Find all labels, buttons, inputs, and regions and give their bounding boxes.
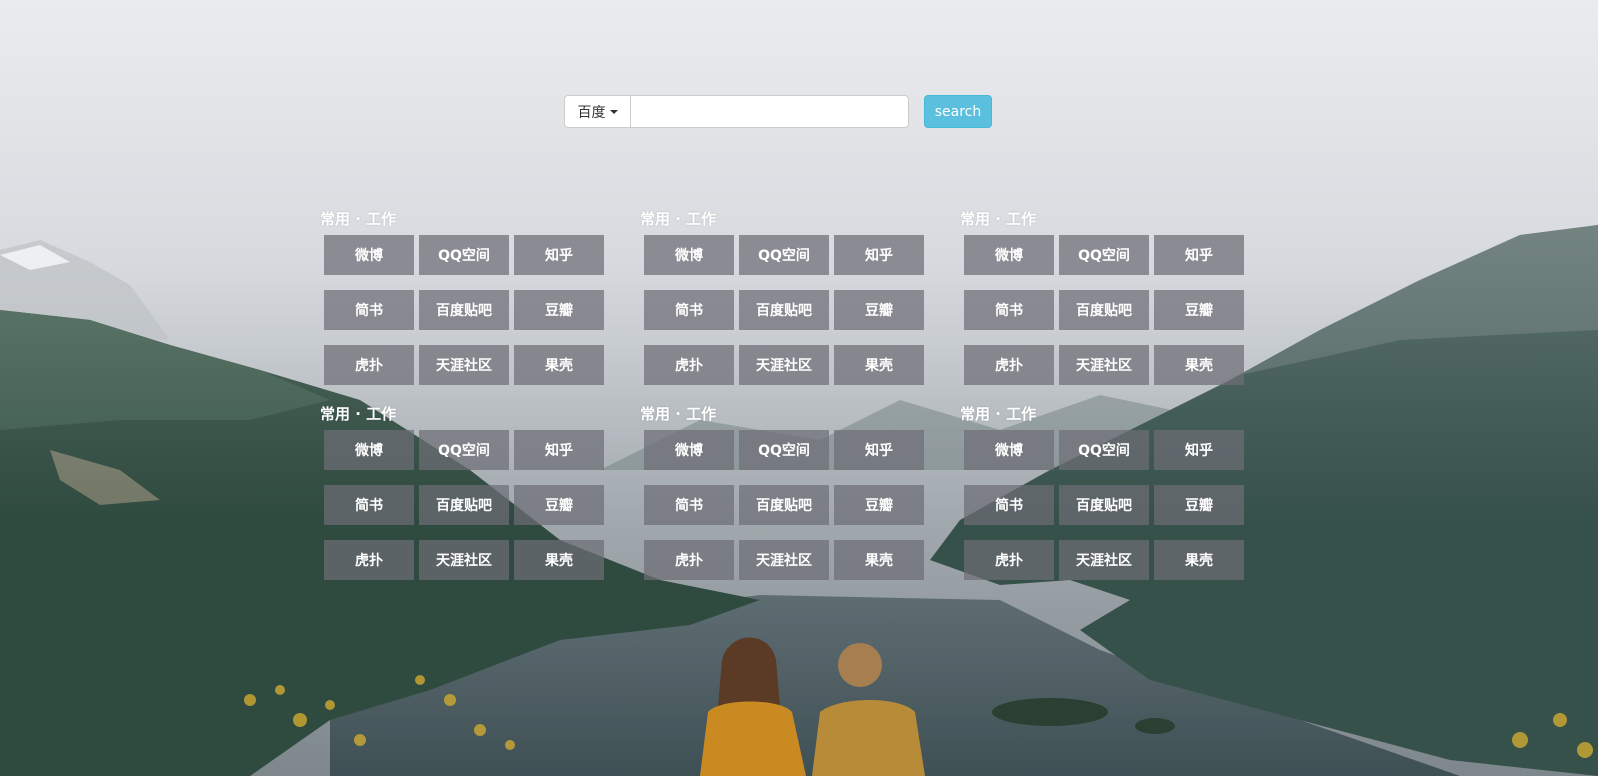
link-tile[interactable]: 微博 — [964, 235, 1054, 275]
link-tile[interactable]: 虎扑 — [964, 540, 1054, 580]
link-tile[interactable]: 知乎 — [514, 430, 604, 470]
link-tile[interactable]: 简书 — [324, 485, 414, 525]
link-tile[interactable]: 豆瓣 — [834, 290, 924, 330]
link-tile[interactable]: QQ空间 — [419, 235, 509, 275]
link-tile[interactable]: 百度贴吧 — [419, 290, 509, 330]
link-tile[interactable]: 百度贴吧 — [419, 485, 509, 525]
link-tile[interactable]: 果壳 — [1154, 540, 1244, 580]
link-tile[interactable]: 虎扑 — [644, 540, 734, 580]
link-tile[interactable]: 简书 — [644, 485, 734, 525]
search-button[interactable]: search — [924, 95, 992, 128]
link-tile[interactable]: 虎扑 — [324, 345, 414, 385]
link-tile[interactable]: 果壳 — [514, 345, 604, 385]
link-tile[interactable]: 果壳 — [834, 345, 924, 385]
link-tile[interactable]: 微博 — [324, 235, 414, 275]
link-tile[interactable]: 天涯社区 — [739, 540, 829, 580]
search-input[interactable] — [631, 96, 908, 127]
link-tile[interactable]: 豆瓣 — [1154, 485, 1244, 525]
link-tile[interactable]: 知乎 — [834, 235, 924, 275]
link-tile[interactable]: 豆瓣 — [514, 290, 604, 330]
link-tile[interactable]: 简书 — [964, 485, 1054, 525]
link-tile[interactable]: 百度贴吧 — [1059, 290, 1149, 330]
link-tile[interactable]: 微博 — [324, 430, 414, 470]
link-tile[interactable]: QQ空间 — [419, 430, 509, 470]
link-tile[interactable]: 豆瓣 — [834, 485, 924, 525]
panel-title: 常用 · 工作 — [320, 405, 397, 423]
link-tile[interactable]: QQ空间 — [1059, 430, 1149, 470]
link-tile[interactable]: 天涯社区 — [419, 540, 509, 580]
link-tile[interactable]: 虎扑 — [964, 345, 1054, 385]
link-tile[interactable]: 天涯社区 — [739, 345, 829, 385]
link-tile[interactable]: 简书 — [644, 290, 734, 330]
panel-title: 常用 · 工作 — [960, 210, 1037, 228]
link-tile[interactable]: 知乎 — [1154, 430, 1244, 470]
link-tile[interactable]: 百度贴吧 — [739, 290, 829, 330]
link-tile[interactable]: 虎扑 — [644, 345, 734, 385]
panel-title: 常用 · 工作 — [640, 405, 717, 423]
link-tile[interactable]: 简书 — [964, 290, 1054, 330]
link-tile[interactable]: 虎扑 — [324, 540, 414, 580]
link-tile[interactable]: 知乎 — [514, 235, 604, 275]
caret-down-icon — [609, 109, 618, 114]
search-group: 百度 — [564, 95, 909, 128]
link-tile[interactable]: QQ空间 — [1059, 235, 1149, 275]
link-tile[interactable]: 知乎 — [1154, 235, 1244, 275]
search-engine-label: 百度 — [577, 104, 606, 121]
link-tile[interactable]: 天涯社区 — [419, 345, 509, 385]
link-tile[interactable]: 天涯社区 — [1059, 540, 1149, 580]
link-tile[interactable]: 简书 — [324, 290, 414, 330]
panel-title: 常用 · 工作 — [640, 210, 717, 228]
link-tile[interactable]: 果壳 — [514, 540, 604, 580]
link-tile[interactable]: 豆瓣 — [514, 485, 604, 525]
link-tile[interactable]: 微博 — [644, 235, 734, 275]
link-tile[interactable]: 果壳 — [834, 540, 924, 580]
link-tile[interactable]: 微博 — [964, 430, 1054, 470]
link-tile[interactable]: QQ空间 — [739, 235, 829, 275]
panel-title: 常用 · 工作 — [960, 405, 1037, 423]
link-tile[interactable]: 百度贴吧 — [1059, 485, 1149, 525]
link-tile[interactable]: 知乎 — [834, 430, 924, 470]
panel-title: 常用 · 工作 — [320, 210, 397, 228]
link-tile[interactable]: 豆瓣 — [1154, 290, 1244, 330]
link-tile[interactable]: 百度贴吧 — [739, 485, 829, 525]
link-tile[interactable]: 果壳 — [1154, 345, 1244, 385]
start-page: 百度 search 常用 · 工作 微博 QQ空间 知乎 简书 百度贴吧 豆瓣 虎扑 天涯社区果… — [0, 0, 1598, 776]
search-engine-dropdown[interactable]: 百度 — [565, 96, 631, 127]
link-tile[interactable]: 天涯社区 — [1059, 345, 1149, 385]
link-tile[interactable]: 微博 — [644, 430, 734, 470]
link-tile[interactable]: QQ空间 — [739, 430, 829, 470]
